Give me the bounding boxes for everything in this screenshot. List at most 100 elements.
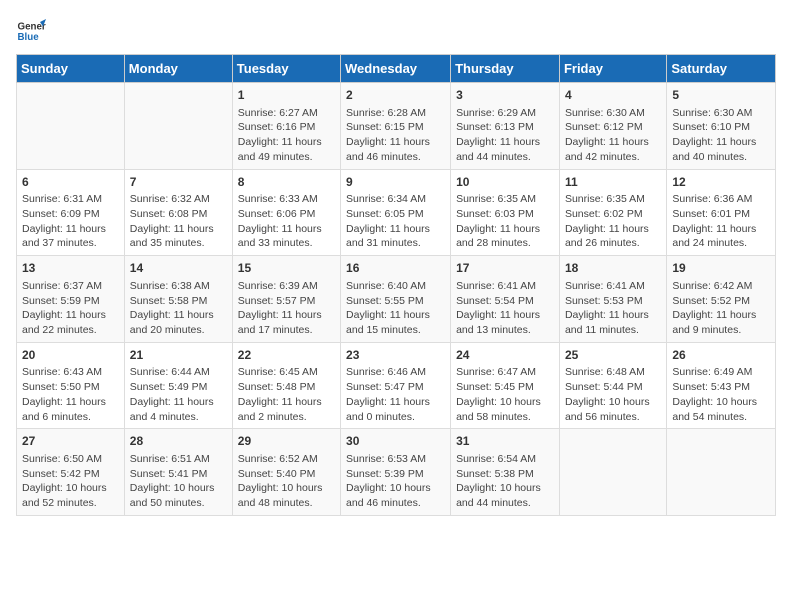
day-info: Sunrise: 6:34 AM Sunset: 6:05 PM Dayligh… [346,192,445,251]
day-number: 2 [346,87,445,104]
day-number: 25 [565,347,661,364]
calendar-cell [559,429,666,516]
day-number: 17 [456,260,554,277]
day-info: Sunrise: 6:30 AM Sunset: 6:10 PM Dayligh… [672,106,770,165]
day-info: Sunrise: 6:44 AM Sunset: 5:49 PM Dayligh… [130,365,227,424]
day-number: 1 [238,87,335,104]
day-number: 28 [130,433,227,450]
day-number: 6 [22,174,119,191]
calendar-table: SundayMondayTuesdayWednesdayThursdayFrid… [16,54,776,516]
day-info: Sunrise: 6:30 AM Sunset: 6:12 PM Dayligh… [565,106,661,165]
logo-icon: General Blue [16,16,46,46]
day-number: 24 [456,347,554,364]
column-header-tuesday: Tuesday [232,55,340,83]
day-number: 7 [130,174,227,191]
day-number: 31 [456,433,554,450]
day-info: Sunrise: 6:36 AM Sunset: 6:01 PM Dayligh… [672,192,770,251]
column-header-saturday: Saturday [667,55,776,83]
day-number: 14 [130,260,227,277]
day-info: Sunrise: 6:29 AM Sunset: 6:13 PM Dayligh… [456,106,554,165]
day-info: Sunrise: 6:35 AM Sunset: 6:02 PM Dayligh… [565,192,661,251]
calendar-cell [667,429,776,516]
calendar-cell: 31Sunrise: 6:54 AM Sunset: 5:38 PM Dayli… [451,429,560,516]
calendar-cell: 17 Sunrise: 6:41 AM Sunset: 5:54 PM Dayli… [451,256,560,343]
day-info: Sunrise: 6:32 AM Sunset: 6:08 PM Dayligh… [130,192,227,251]
column-header-wednesday: Wednesday [341,55,451,83]
calendar-cell: 9Sunrise: 6:34 AM Sunset: 6:05 PM Daylig… [341,169,451,256]
calendar-cell: 12Sunrise: 6:36 AM Sunset: 6:01 PM Dayli… [667,169,776,256]
calendar-cell: 11Sunrise: 6:35 AM Sunset: 6:02 PM Dayli… [559,169,666,256]
day-number: 19 [672,260,770,277]
calendar-cell: 22Sunrise: 6:45 AM Sunset: 5:48 PM Dayli… [232,342,340,429]
day-number: 13 [22,260,119,277]
calendar-cell: 8Sunrise: 6:33 AM Sunset: 6:06 PM Daylig… [232,169,340,256]
day-number: 5 [672,87,770,104]
svg-text:Blue: Blue [18,32,40,43]
day-info: Sunrise: 6:53 AM Sunset: 5:39 PM Dayligh… [346,452,445,511]
calendar-week-row: 6Sunrise: 6:31 AM Sunset: 6:09 PM Daylig… [17,169,776,256]
day-number: 18 [565,260,661,277]
day-number: 10 [456,174,554,191]
column-header-thursday: Thursday [451,55,560,83]
calendar-week-row: 1Sunrise: 6:27 AM Sunset: 6:16 PM Daylig… [17,83,776,170]
day-number: 16 [346,260,445,277]
day-info: Sunrise: 6:42 AM Sunset: 5:52 PM Dayligh… [672,279,770,338]
day-info: Sunrise: 6:28 AM Sunset: 6:15 PM Dayligh… [346,106,445,165]
day-info: Sunrise: 6:48 AM Sunset: 5:44 PM Dayligh… [565,365,661,424]
day-number: 9 [346,174,445,191]
calendar-week-row: 13 Sunrise: 6:37 AM Sunset: 5:59 PM Dayli… [17,256,776,343]
day-info: Sunrise: 6:46 AM Sunset: 5:47 PM Dayligh… [346,365,445,424]
day-number: 12 [672,174,770,191]
calendar-cell [124,83,232,170]
day-info: Sunrise: 6:39 AM Sunset: 5:57 PM Dayligh… [238,279,335,338]
calendar-cell: 29Sunrise: 6:52 AM Sunset: 5:40 PM Dayli… [232,429,340,516]
calendar-cell: 16 Sunrise: 6:40 AM Sunset: 5:55 PM Dayli… [341,256,451,343]
day-number: 21 [130,347,227,364]
day-info: Sunrise: 6:50 AM Sunset: 5:42 PM Dayligh… [22,452,119,511]
day-number: 11 [565,174,661,191]
calendar-week-row: 20Sunrise: 6:43 AM Sunset: 5:50 PM Dayli… [17,342,776,429]
day-number: 4 [565,87,661,104]
calendar-week-row: 27 Sunrise: 6:50 AM Sunset: 5:42 PM Dayli… [17,429,776,516]
day-number: 30 [346,433,445,450]
calendar-cell: 15 Sunrise: 6:39 AM Sunset: 5:57 PM Dayli… [232,256,340,343]
calendar-cell: 26Sunrise: 6:49 AM Sunset: 5:43 PM Dayli… [667,342,776,429]
day-info: Sunrise: 6:43 AM Sunset: 5:50 PM Dayligh… [22,365,119,424]
day-info: Sunrise: 6:33 AM Sunset: 6:06 PM Dayligh… [238,192,335,251]
day-info: Sunrise: 6:41 AM Sunset: 5:53 PM Dayligh… [565,279,661,338]
calendar-cell: 5 Sunrise: 6:30 AM Sunset: 6:10 PM Daylig… [667,83,776,170]
day-info: Sunrise: 6:47 AM Sunset: 5:45 PM Dayligh… [456,365,554,424]
day-number: 23 [346,347,445,364]
page-header: General Blue [16,16,776,46]
calendar-cell: 18 Sunrise: 6:41 AM Sunset: 5:53 PM Dayli… [559,256,666,343]
calendar-cell [17,83,125,170]
day-info: Sunrise: 6:41 AM Sunset: 5:54 PM Dayligh… [456,279,554,338]
calendar-cell: 19 Sunrise: 6:42 AM Sunset: 5:52 PM Dayli… [667,256,776,343]
day-info: Sunrise: 6:37 AM Sunset: 5:59 PM Dayligh… [22,279,119,338]
calendar-cell: 13 Sunrise: 6:37 AM Sunset: 5:59 PM Dayli… [17,256,125,343]
calendar-cell: 1Sunrise: 6:27 AM Sunset: 6:16 PM Daylig… [232,83,340,170]
day-info: Sunrise: 6:38 AM Sunset: 5:58 PM Dayligh… [130,279,227,338]
calendar-cell: 2 Sunrise: 6:28 AM Sunset: 6:15 PM Daylig… [341,83,451,170]
day-number: 8 [238,174,335,191]
calendar-header-row: SundayMondayTuesdayWednesdayThursdayFrid… [17,55,776,83]
day-number: 26 [672,347,770,364]
day-number: 3 [456,87,554,104]
day-number: 22 [238,347,335,364]
day-info: Sunrise: 6:35 AM Sunset: 6:03 PM Dayligh… [456,192,554,251]
day-info: Sunrise: 6:49 AM Sunset: 5:43 PM Dayligh… [672,365,770,424]
day-number: 15 [238,260,335,277]
day-number: 27 [22,433,119,450]
calendar-cell: 14 Sunrise: 6:38 AM Sunset: 5:58 PM Dayli… [124,256,232,343]
calendar-cell: 4 Sunrise: 6:30 AM Sunset: 6:12 PM Daylig… [559,83,666,170]
calendar-cell: 10Sunrise: 6:35 AM Sunset: 6:03 PM Dayli… [451,169,560,256]
calendar-cell: 28 Sunrise: 6:51 AM Sunset: 5:41 PM Dayli… [124,429,232,516]
day-number: 20 [22,347,119,364]
day-info: Sunrise: 6:40 AM Sunset: 5:55 PM Dayligh… [346,279,445,338]
column-header-sunday: Sunday [17,55,125,83]
day-info: Sunrise: 6:45 AM Sunset: 5:48 PM Dayligh… [238,365,335,424]
column-header-friday: Friday [559,55,666,83]
calendar-cell: 3 Sunrise: 6:29 AM Sunset: 6:13 PM Daylig… [451,83,560,170]
day-info: Sunrise: 6:51 AM Sunset: 5:41 PM Dayligh… [130,452,227,511]
day-info: Sunrise: 6:52 AM Sunset: 5:40 PM Dayligh… [238,452,335,511]
